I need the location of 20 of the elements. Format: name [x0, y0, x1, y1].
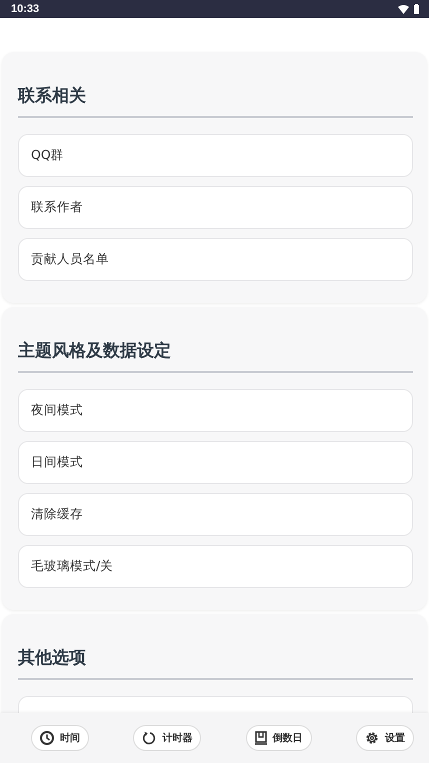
- section-title: 联系相关: [18, 85, 87, 108]
- list-item[interactable]: 毛玻璃模式/关: [18, 545, 413, 588]
- list-item[interactable]: 贡献人员名单: [18, 238, 413, 281]
- refresh-icon: [142, 731, 156, 745]
- list-item[interactable]: 联系作者: [18, 186, 413, 229]
- section-title: 其他选项: [18, 647, 87, 670]
- list-item[interactable]: QQ群: [18, 134, 413, 177]
- battery-icon: [414, 4, 419, 14]
- settings-icon: [364, 731, 379, 745]
- clock-icon: [40, 731, 54, 745]
- nav-button[interactable]: 计时器: [133, 725, 202, 751]
- list-item[interactable]: 清除缓存: [18, 493, 413, 536]
- nav-button[interactable]: 倒数日: [246, 725, 312, 751]
- status-time: 10:33: [11, 3, 40, 15]
- nav-button[interactable]: 设置: [356, 725, 414, 751]
- nav-button[interactable]: 时间: [31, 725, 89, 751]
- section-title: 主题风格及数据设定: [18, 340, 172, 363]
- list-item[interactable]: 日间模式: [18, 441, 413, 484]
- wifi-icon: [398, 4, 409, 14]
- list-item[interactable]: 夜间模式: [18, 389, 413, 432]
